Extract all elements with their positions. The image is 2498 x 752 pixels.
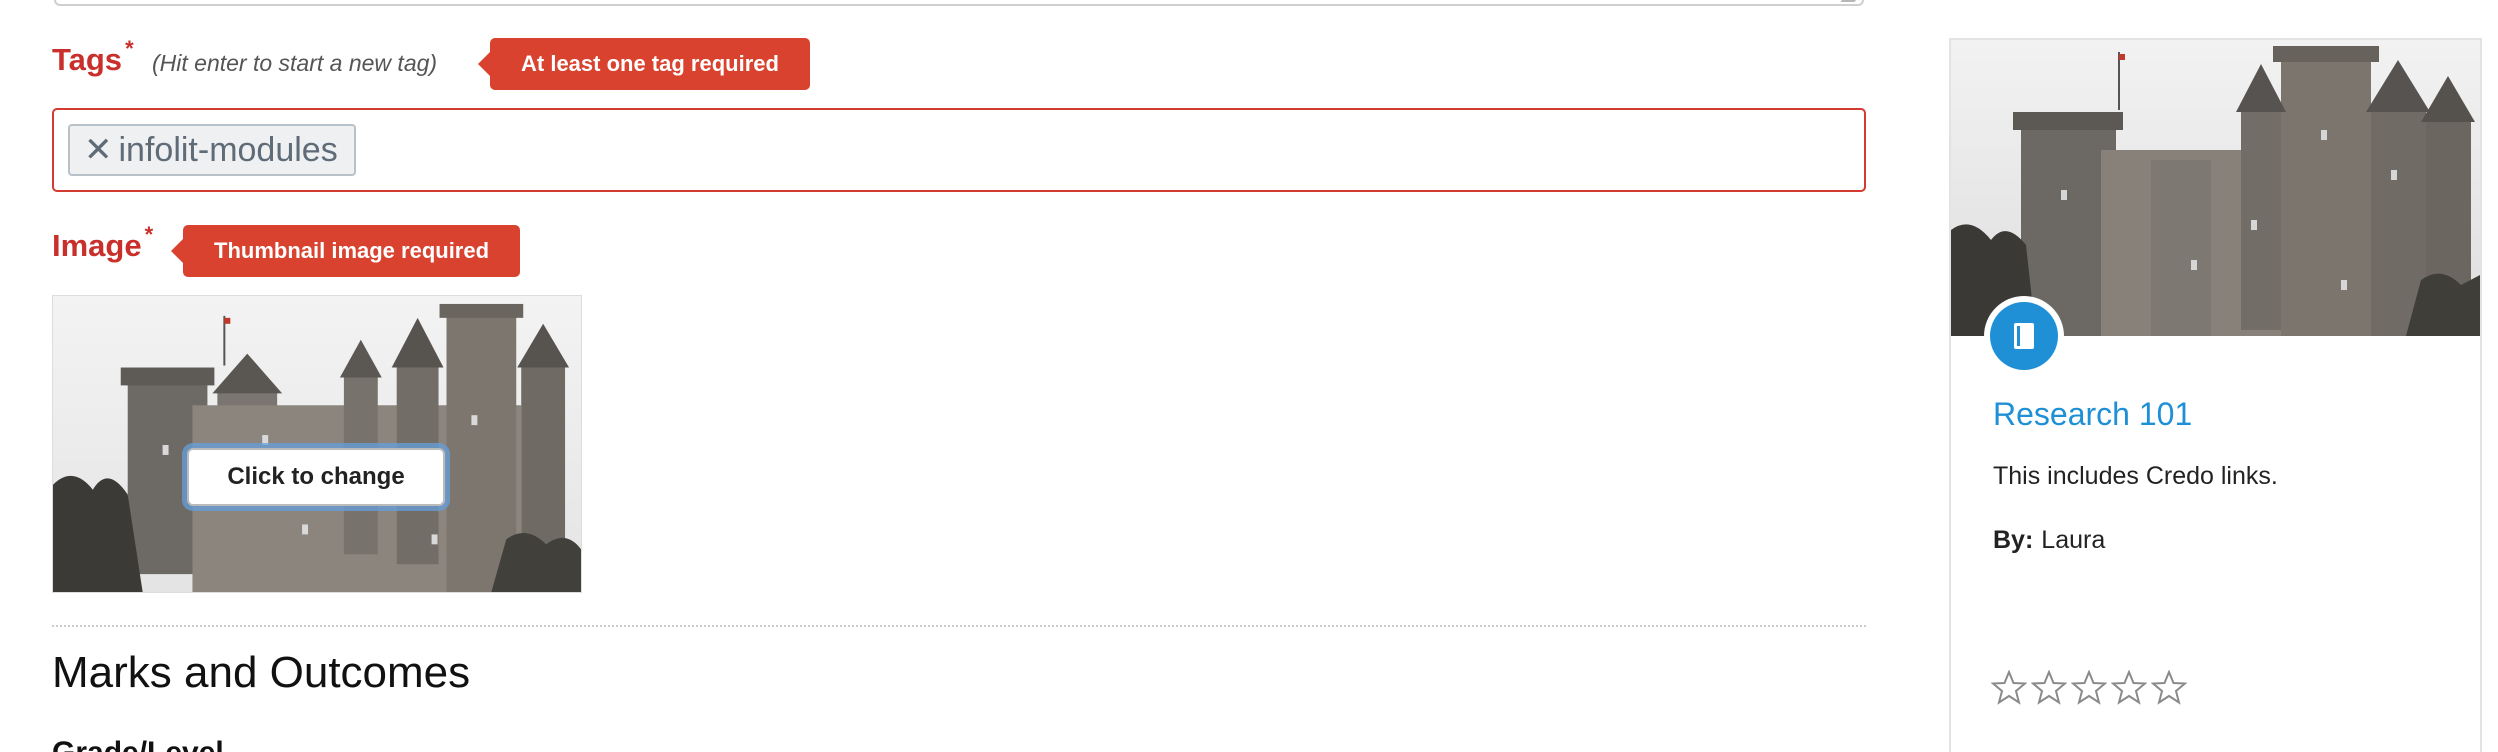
castle-image: [53, 296, 581, 592]
castle-image: [1951, 40, 2480, 336]
description-textarea[interactable]: [54, 0, 1864, 6]
book-icon: [2014, 323, 2034, 349]
tags-input[interactable]: ✕ infolit-modules: [52, 108, 1866, 192]
card-image: [1951, 40, 2480, 336]
image-thumbnail[interactable]: Click to change: [52, 295, 582, 593]
tags-error-callout: At least one tag required: [478, 38, 810, 90]
card-description: This includes Credo links.: [1993, 462, 2278, 490]
star-icon[interactable]: [2151, 670, 2187, 706]
remove-tag-icon[interactable]: ✕: [84, 133, 113, 167]
image-error-callout: Thumbnail image required: [170, 225, 521, 277]
marks-outcomes-heading: Marks and Outcomes: [52, 648, 471, 697]
tag-chip: ✕ infolit-modules: [68, 124, 356, 176]
change-image-button[interactable]: Click to change: [187, 448, 445, 506]
section-divider: [52, 625, 1866, 627]
rating-stars[interactable]: [1991, 670, 2187, 706]
tags-hint: (Hit enter to start a new tag): [152, 50, 438, 76]
image-label: Image *: [52, 222, 154, 263]
card-author: By: Laura: [1993, 526, 2105, 555]
author-label: By:: [1993, 526, 2034, 554]
star-icon[interactable]: [1991, 670, 2027, 706]
required-asterisk: *: [144, 222, 154, 247]
tags-label: Tags *: [52, 36, 134, 77]
star-icon[interactable]: [2031, 670, 2067, 706]
page: Tags * (Hit enter to start a new tag) At …: [0, 0, 2498, 752]
star-icon[interactable]: [2111, 670, 2147, 706]
author-name: Laura: [2041, 526, 2106, 554]
preview-card: Research 101 This includes Credo links. …: [1949, 38, 2482, 752]
tag-chip-label: infolit-modules: [118, 130, 338, 169]
grade-level-label: Grade/Level: [52, 736, 224, 752]
resize-grip-icon[interactable]: [1840, 0, 1862, 2]
star-icon[interactable]: [2071, 670, 2107, 706]
card-badge: [1984, 296, 2064, 376]
required-asterisk: *: [125, 36, 134, 61]
card-title-link[interactable]: Research 101: [1993, 396, 2192, 433]
